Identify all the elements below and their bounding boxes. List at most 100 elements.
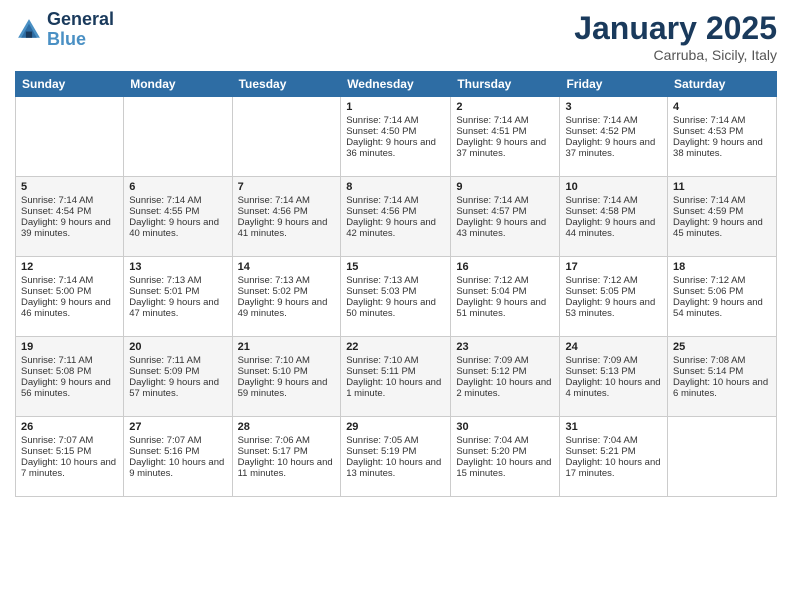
day-number: 2 <box>456 101 554 113</box>
day-info: Sunrise: 7:14 AM <box>565 195 662 206</box>
day-info: Sunset: 5:10 PM <box>238 366 336 377</box>
day-info: Sunrise: 7:07 AM <box>21 435 118 446</box>
day-info: Daylight: 10 hours and 15 minutes. <box>456 457 554 479</box>
day-number: 1 <box>346 101 445 113</box>
day-number: 21 <box>238 341 336 353</box>
day-info: Sunrise: 7:14 AM <box>673 115 771 126</box>
day-number: 22 <box>346 341 445 353</box>
weekday-header: Saturday <box>668 72 777 97</box>
day-number: 3 <box>565 101 662 113</box>
day-info: Sunset: 5:06 PM <box>673 286 771 297</box>
calendar-cell: 16Sunrise: 7:12 AMSunset: 5:04 PMDayligh… <box>451 257 560 337</box>
day-info: Sunset: 4:52 PM <box>565 126 662 137</box>
calendar-cell: 4Sunrise: 7:14 AMSunset: 4:53 PMDaylight… <box>668 97 777 177</box>
day-info: Sunset: 5:05 PM <box>565 286 662 297</box>
day-info: Sunset: 4:53 PM <box>673 126 771 137</box>
day-info: Daylight: 9 hours and 36 minutes. <box>346 137 445 159</box>
day-info: Sunset: 5:15 PM <box>21 446 118 457</box>
day-info: Daylight: 9 hours and 39 minutes. <box>21 217 118 239</box>
day-info: Sunset: 5:14 PM <box>673 366 771 377</box>
day-info: Sunset: 5:11 PM <box>346 366 445 377</box>
day-info: Daylight: 9 hours and 42 minutes. <box>346 217 445 239</box>
day-info: Sunrise: 7:12 AM <box>565 275 662 286</box>
calendar-cell <box>16 97 124 177</box>
calendar-week-row: 5Sunrise: 7:14 AMSunset: 4:54 PMDaylight… <box>16 177 777 257</box>
day-info: Sunrise: 7:14 AM <box>21 195 118 206</box>
logo-line1: General <box>47 10 114 30</box>
day-info: Sunset: 5:17 PM <box>238 446 336 457</box>
day-info: Daylight: 10 hours and 9 minutes. <box>129 457 226 479</box>
calendar-cell: 2Sunrise: 7:14 AMSunset: 4:51 PMDaylight… <box>451 97 560 177</box>
calendar-cell: 9Sunrise: 7:14 AMSunset: 4:57 PMDaylight… <box>451 177 560 257</box>
calendar-cell: 31Sunrise: 7:04 AMSunset: 5:21 PMDayligh… <box>560 417 668 497</box>
day-number: 8 <box>346 181 445 193</box>
weekday-header: Tuesday <box>232 72 341 97</box>
day-number: 24 <box>565 341 662 353</box>
day-info: Sunset: 4:59 PM <box>673 206 771 217</box>
day-info: Sunrise: 7:13 AM <box>129 275 226 286</box>
day-info: Sunrise: 7:14 AM <box>346 195 445 206</box>
calendar-cell: 19Sunrise: 7:11 AMSunset: 5:08 PMDayligh… <box>16 337 124 417</box>
day-info: Sunrise: 7:14 AM <box>238 195 336 206</box>
day-info: Daylight: 9 hours and 37 minutes. <box>565 137 662 159</box>
day-info: Sunset: 4:56 PM <box>238 206 336 217</box>
day-info: Daylight: 10 hours and 4 minutes. <box>565 377 662 399</box>
calendar-cell: 6Sunrise: 7:14 AMSunset: 4:55 PMDaylight… <box>124 177 232 257</box>
calendar-cell <box>124 97 232 177</box>
day-info: Sunset: 5:09 PM <box>129 366 226 377</box>
day-number: 29 <box>346 421 445 433</box>
day-info: Sunrise: 7:08 AM <box>673 355 771 366</box>
day-info: Sunset: 5:16 PM <box>129 446 226 457</box>
calendar-cell: 30Sunrise: 7:04 AMSunset: 5:20 PMDayligh… <box>451 417 560 497</box>
calendar-cell: 14Sunrise: 7:13 AMSunset: 5:02 PMDayligh… <box>232 257 341 337</box>
day-info: Sunset: 5:02 PM <box>238 286 336 297</box>
day-info: Sunrise: 7:06 AM <box>238 435 336 446</box>
day-info: Sunrise: 7:07 AM <box>129 435 226 446</box>
day-info: Sunset: 4:57 PM <box>456 206 554 217</box>
day-info: Sunrise: 7:09 AM <box>456 355 554 366</box>
day-info: Daylight: 9 hours and 40 minutes. <box>129 217 226 239</box>
calendar-cell: 1 Sunrise: 7:14 AMSunset: 4:50 PMDaylight… <box>341 97 451 177</box>
day-number: 16 <box>456 261 554 273</box>
day-info: Sunrise: 7:14 AM <box>456 195 554 206</box>
day-info: Daylight: 10 hours and 1 minute. <box>346 377 445 399</box>
logo-icon <box>15 16 43 44</box>
page: General Blue January 2025 Carruba, Sicil… <box>0 0 792 612</box>
calendar-week-row: 26Sunrise: 7:07 AMSunset: 5:15 PMDayligh… <box>16 417 777 497</box>
day-info: Daylight: 10 hours and 17 minutes. <box>565 457 662 479</box>
day-info: Daylight: 10 hours and 6 minutes. <box>673 377 771 399</box>
calendar-cell: 22Sunrise: 7:10 AMSunset: 5:11 PMDayligh… <box>341 337 451 417</box>
day-info: Sunset: 5:04 PM <box>456 286 554 297</box>
day-info: Sunrise: 7:14 AM <box>129 195 226 206</box>
day-info: Sunset: 5:00 PM <box>21 286 118 297</box>
day-info: Sunrise: 7:14 AM <box>346 115 445 126</box>
day-info: Sunset: 4:54 PM <box>21 206 118 217</box>
day-info: Sunset: 4:51 PM <box>456 126 554 137</box>
day-number: 17 <box>565 261 662 273</box>
day-info: Sunrise: 7:04 AM <box>456 435 554 446</box>
day-info: Sunset: 5:08 PM <box>21 366 118 377</box>
calendar-cell: 15Sunrise: 7:13 AMSunset: 5:03 PMDayligh… <box>341 257 451 337</box>
day-info: Daylight: 9 hours and 54 minutes. <box>673 297 771 319</box>
day-info: Sunrise: 7:04 AM <box>565 435 662 446</box>
calendar-cell: 18Sunrise: 7:12 AMSunset: 5:06 PMDayligh… <box>668 257 777 337</box>
calendar-cell: 29 Sunrise: 7:05 AMSunset: 5:19 PMDayligh… <box>341 417 451 497</box>
logo-text: General Blue <box>47 10 114 50</box>
calendar-cell: 7Sunrise: 7:14 AMSunset: 4:56 PMDaylight… <box>232 177 341 257</box>
day-info: Sunrise: 7:11 AM <box>129 355 226 366</box>
weekday-header: Wednesday <box>341 72 451 97</box>
day-info: Sunrise: 7:12 AM <box>456 275 554 286</box>
day-info: Sunrise: 7:05 AM <box>346 435 445 446</box>
weekday-header: Monday <box>124 72 232 97</box>
day-info: Daylight: 9 hours and 46 minutes. <box>21 297 118 319</box>
day-info: Sunrise: 7:14 AM <box>565 115 662 126</box>
day-info: Daylight: 9 hours and 49 minutes. <box>238 297 336 319</box>
day-info: Sunrise: 7:09 AM <box>565 355 662 366</box>
day-info: Sunset: 4:50 PM <box>346 126 445 137</box>
header: General Blue January 2025 Carruba, Sicil… <box>15 10 777 63</box>
day-info: Sunset: 5:19 PM <box>346 446 445 457</box>
calendar-cell: 12Sunrise: 7:14 AMSunset: 5:00 PMDayligh… <box>16 257 124 337</box>
day-number: 14 <box>238 261 336 273</box>
day-info: Daylight: 10 hours and 13 minutes. <box>346 457 445 479</box>
day-info: Sunset: 5:20 PM <box>456 446 554 457</box>
